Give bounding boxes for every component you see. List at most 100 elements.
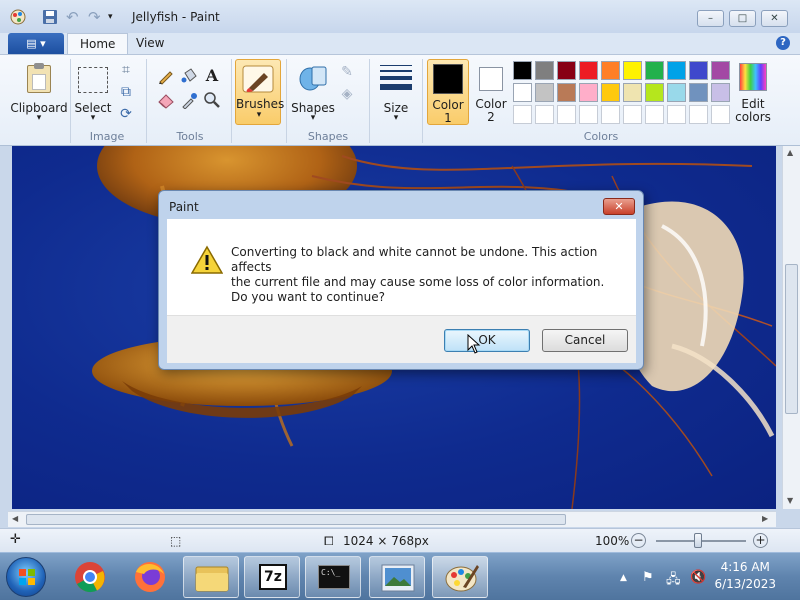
custom-color-slot[interactable] xyxy=(513,105,532,124)
color-picker-icon[interactable] xyxy=(180,91,198,110)
ok-button[interactable]: OK xyxy=(444,329,530,352)
paint-menu-button[interactable]: ▤ ▾ xyxy=(8,33,64,54)
clock-date: 6/13/2023 xyxy=(714,577,776,591)
vertical-scrollbar[interactable]: ▲ ▼ xyxy=(782,146,800,509)
palette-swatch[interactable] xyxy=(689,83,708,102)
horizontal-scrollbar[interactable]: ◀ ▶ xyxy=(8,511,776,527)
palette-swatch[interactable] xyxy=(689,61,708,80)
brushes-button[interactable]: Brushes ▾ xyxy=(235,59,284,125)
custom-color-slot[interactable] xyxy=(535,105,554,124)
custom-color-slot[interactable] xyxy=(579,105,598,124)
tab-view[interactable]: View xyxy=(124,33,176,55)
action-center-icon[interactable]: ⚑ xyxy=(642,570,654,585)
custom-color-slot[interactable] xyxy=(645,105,664,124)
undo-icon[interactable]: ↶ xyxy=(66,9,82,25)
palette-swatch[interactable] xyxy=(579,61,598,80)
taskbar-clock[interactable]: 4:16 AM 6/13/2023 xyxy=(714,559,776,593)
palette-swatch[interactable] xyxy=(711,61,730,80)
size-button[interactable]: Size ▾ xyxy=(374,59,418,127)
scroll-right-icon[interactable]: ▶ xyxy=(762,514,768,523)
taskbar-7zip[interactable]: 7z xyxy=(244,556,300,598)
palette-swatch[interactable] xyxy=(513,83,532,102)
text-icon[interactable]: A xyxy=(203,67,221,85)
volume-muted-icon[interactable]: 🔇 xyxy=(690,570,706,585)
taskbar-chrome[interactable] xyxy=(62,556,118,598)
pencil-icon[interactable] xyxy=(157,67,175,85)
magnifier-icon[interactable] xyxy=(203,91,221,109)
tab-home[interactable]: Home xyxy=(67,33,129,55)
custom-color-slot[interactable] xyxy=(711,105,730,124)
palette-swatch[interactable] xyxy=(667,83,686,102)
custom-color-slot[interactable] xyxy=(689,105,708,124)
folder-icon xyxy=(195,566,229,592)
start-button[interactable] xyxy=(6,557,46,597)
cmd-icon: C:\_ xyxy=(318,565,350,589)
palette-swatch[interactable] xyxy=(623,61,642,80)
taskbar-photo-viewer[interactable] xyxy=(369,556,425,598)
close-button[interactable]: ✕ xyxy=(761,10,788,27)
taskbar-cmd[interactable]: C:\_ xyxy=(305,556,361,598)
customize-quick-access-icon[interactable]: ▾ xyxy=(108,9,124,25)
zoom-slider-thumb[interactable] xyxy=(694,533,702,548)
taskbar-explorer[interactable] xyxy=(183,556,239,598)
show-hidden-icons[interactable]: ▲ xyxy=(620,573,627,583)
outline-icon[interactable]: ✎ xyxy=(338,63,356,81)
cancel-button[interactable]: Cancel xyxy=(542,329,628,352)
scroll-down-icon[interactable]: ▼ xyxy=(787,496,793,505)
palette-swatch[interactable] xyxy=(601,61,620,80)
palette-swatch[interactable] xyxy=(601,83,620,102)
save-icon[interactable] xyxy=(42,9,58,25)
palette-swatch[interactable] xyxy=(667,61,686,80)
palette-swatch[interactable] xyxy=(535,83,554,102)
custom-color-slot[interactable] xyxy=(557,105,576,124)
paint-app-icon[interactable] xyxy=(10,9,26,25)
edit-colors-button[interactable]: Edit colors xyxy=(735,59,773,127)
horizontal-scroll-thumb[interactable] xyxy=(26,514,566,525)
eraser-icon[interactable] xyxy=(157,91,175,109)
clipboard-button[interactable]: Clipboard ▾ xyxy=(10,59,68,127)
ribbon-tab-bar: ▤ ▾ Home View ? xyxy=(0,33,800,55)
palette-swatch[interactable] xyxy=(711,83,730,102)
crop-icon[interactable]: ⌗ xyxy=(117,61,135,79)
scroll-left-icon[interactable]: ◀ xyxy=(12,514,18,523)
shapes-button[interactable]: Shapes ▾ xyxy=(290,59,336,127)
zoom-out-button[interactable]: − xyxy=(631,533,646,548)
network-icon[interactable]: 🖧 xyxy=(666,570,681,592)
taskbar-paint[interactable] xyxy=(432,556,488,598)
taskbar-firefox[interactable] xyxy=(122,556,178,598)
color2-button[interactable]: Color 2 xyxy=(471,59,511,125)
palette-swatch[interactable] xyxy=(623,83,642,102)
separator xyxy=(422,59,423,143)
color1-button[interactable]: Color 1 xyxy=(427,59,469,125)
warning-icon xyxy=(190,245,224,275)
dialog-close-button[interactable]: ✕ xyxy=(603,198,635,215)
palette-swatch[interactable] xyxy=(557,61,576,80)
palette-swatch[interactable] xyxy=(513,61,532,80)
rotate-icon[interactable]: ⟳ xyxy=(117,105,135,123)
image-size-icon: ⧠ xyxy=(324,534,334,548)
windows-logo-icon xyxy=(19,569,35,585)
custom-color-slot[interactable] xyxy=(623,105,642,124)
shape-fill-icon[interactable]: ◈ xyxy=(338,85,356,103)
custom-color-slot[interactable] xyxy=(601,105,620,124)
resize-icon[interactable]: ⧉ xyxy=(117,83,135,101)
zoom-slider[interactable] xyxy=(656,533,746,548)
help-icon[interactable]: ? xyxy=(776,36,790,50)
palette-swatch[interactable] xyxy=(535,61,554,80)
select-button[interactable]: Select ▾ xyxy=(74,59,112,127)
zoom-level: 100% xyxy=(595,534,630,548)
redo-icon[interactable]: ↷ xyxy=(88,9,104,25)
title-bar: ↶ ↷ ▾ Jellyfish - Paint – □ ✕ xyxy=(0,0,800,34)
fill-icon[interactable] xyxy=(180,67,198,85)
zoom-in-button[interactable]: + xyxy=(753,533,768,548)
palette-swatch[interactable] xyxy=(579,83,598,102)
minimize-button[interactable]: – xyxy=(697,10,724,27)
color-palette xyxy=(513,61,733,127)
scroll-up-icon[interactable]: ▲ xyxy=(787,148,793,157)
palette-swatch[interactable] xyxy=(645,61,664,80)
maximize-button[interactable]: □ xyxy=(729,10,756,27)
palette-swatch[interactable] xyxy=(557,83,576,102)
custom-color-slot[interactable] xyxy=(667,105,686,124)
palette-swatch[interactable] xyxy=(645,83,664,102)
vertical-scroll-thumb[interactable] xyxy=(785,264,798,414)
